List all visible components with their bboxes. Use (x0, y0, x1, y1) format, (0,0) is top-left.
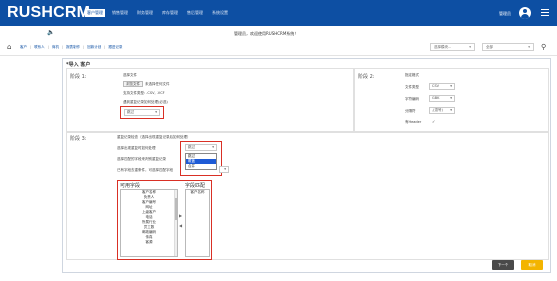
breadcrumb-bar: ⌂ 客户 | 联系人 | 商机 | 报表制作 | 回款计划 | 跟进记录 选择模… (0, 40, 557, 56)
user-avatar-icon[interactable] (519, 7, 531, 19)
chevron-down-icon: ▾ (224, 167, 226, 171)
speaker-icon: 🔈 (47, 29, 55, 36)
main-nav: 客户管理 销售管理 财务管理 库存管理 售后管理 系统设置 (85, 9, 230, 17)
breadcrumb-item[interactable]: 回款计划 (87, 45, 101, 50)
stage-2-section: 阶段 2: 指定格式 文件类型 CSV ▾ 字符编码 GBK ▾ 分隔符 ,(逗号)… (354, 68, 549, 132)
chevron-down-icon: ▾ (450, 108, 452, 112)
encoding-select[interactable]: GBK ▾ (429, 95, 455, 102)
dropdown-option-merge[interactable]: 合并 (186, 164, 216, 169)
stage-1-section: 阶段 1: 选择文件 浏览文件 未选择任何文件 支持文件类型: .CSV, .V… (66, 68, 354, 132)
duplicate-handling-label: 遇到重复记录如何处理(必选) (123, 100, 168, 104)
breadcrumb: 客户 | 联系人 | 商机 | 报表制作 | 回款计划 | 跟进记录 (20, 45, 123, 50)
welcome-notice: 管理员，欢迎使用RUSHCRM系统！ (234, 31, 299, 36)
has-header-label: 有Header (405, 120, 422, 124)
app-logo[interactable]: RUSHCRM (7, 5, 90, 21)
chevron-down-icon: ▾ (450, 84, 452, 88)
matched-fields-list[interactable]: 客户名称 (185, 189, 210, 257)
cancel-button[interactable]: 取消 (521, 260, 543, 270)
top-nav-bar: RUSHCRM 客户管理 销售管理 财务管理 库存管理 售后管理 系统设置 管理… (0, 0, 557, 26)
page-title: *导入 客户 (66, 62, 91, 68)
home-icon[interactable]: ⌂ (7, 43, 11, 51)
chevron-down-icon: ▾ (212, 145, 214, 149)
chevron-down-icon: ▾ (450, 96, 452, 100)
file-type-label: 文件类型 (405, 85, 419, 89)
list-item[interactable]: 客户名称 (186, 190, 209, 195)
stage-3-label: 阶段 3: (70, 136, 87, 142)
encoding-label: 字符编码 (405, 97, 419, 101)
nav-item-system-settings[interactable]: 系统设置 (210, 9, 230, 17)
breadcrumb-item[interactable]: 商机 (52, 45, 59, 50)
chevron-down-icon: ▾ (469, 45, 471, 49)
supported-types-text: 支持文件类型: .CSV, .VCF (123, 91, 165, 95)
matched-fields-header: 字段匹配 (185, 183, 206, 189)
user-name[interactable]: 管理员 (499, 11, 511, 17)
breadcrumb-item[interactable]: 报表制作 (66, 45, 80, 50)
nav-item-finance-mgmt[interactable]: 财务管理 (135, 9, 155, 17)
stage-1-label: 阶段 1: (70, 74, 87, 80)
skip-condition-select[interactable]: ▾ (219, 166, 229, 173)
next-button[interactable]: 下一个 (492, 260, 514, 270)
skip-condition-label: 已有字段去重条件，可选择匹配字段 (117, 168, 173, 172)
has-header-checkbox[interactable]: ✓ (432, 119, 435, 124)
search-icon[interactable]: ⚲ (541, 43, 546, 51)
chevron-down-icon: ▾ (528, 45, 530, 49)
nav-item-aftersales-mgmt[interactable]: 售后管理 (185, 9, 205, 17)
scope-select[interactable]: 全部 ▾ (482, 43, 534, 51)
duplicate-handling-select[interactable]: 跳过 ▾ (124, 109, 160, 116)
list-item[interactable]: 客源 (121, 240, 177, 245)
stage-3-section: 阶段 3: 重复记录检查（选择出现重复记录后如何处理） 选择出现重复时如何处理 … (66, 132, 549, 260)
stage-2-label: 阶段 2: (358, 74, 375, 80)
menu-icon[interactable] (541, 9, 549, 18)
browse-file-button[interactable]: 浏览文件 (123, 81, 143, 87)
no-file-text: 未选择任何文件 (145, 82, 170, 86)
breadcrumb-item[interactable]: 跟进记录 (108, 45, 122, 50)
match-field-label: 选择匹配的字段来判别重复记录 (117, 157, 166, 161)
delimiter-label: 分隔符 (405, 109, 416, 113)
chevron-down-icon: ▾ (155, 110, 157, 114)
choose-file-label: 选择文件 (123, 73, 137, 77)
format-section-title: 指定格式 (405, 73, 419, 77)
handle-method-dropdown: 跳过 覆盖 合并 (185, 153, 217, 170)
remove-field-arrow-icon[interactable]: ◀ (179, 223, 182, 228)
notice-row: 🔈 管理员，欢迎使用RUSHCRM系统！ (0, 26, 557, 40)
available-fields-header: 可用字段 (120, 183, 141, 189)
nav-item-sales-mgmt[interactable]: 销售管理 (110, 9, 130, 17)
module-select[interactable]: 选择模块... ▾ (430, 43, 475, 51)
import-panel: *导入 客户 阶段 1: 选择文件 浏览文件 未选择任何文件 支持文件类型: .… (62, 58, 551, 273)
duplicate-check-title: 重复记录检查（选择出现重复记录后如何处理） (117, 135, 191, 139)
nav-item-customer-mgmt[interactable]: 客户管理 (85, 9, 105, 17)
list-scrollbar[interactable] (174, 190, 178, 256)
file-type-select[interactable]: CSV ▾ (429, 83, 455, 90)
breadcrumb-item[interactable]: 联系人 (34, 45, 45, 50)
breadcrumb-item[interactable]: 客户 (20, 45, 27, 50)
delimiter-select[interactable]: ,(逗号) ▾ (429, 107, 455, 114)
nav-item-inventory-mgmt[interactable]: 库存管理 (160, 9, 180, 17)
handle-method-select[interactable]: 跳过 ▾ (185, 144, 217, 151)
add-field-arrow-icon[interactable]: ▶ (179, 213, 182, 218)
available-fields-list[interactable]: 客户名称 负责人 客户编号 网址 上级客户 电话 所属行业 员工数 邮政编码 传… (120, 189, 178, 257)
handle-method-label: 选择出现重复时如何处理 (117, 146, 156, 150)
